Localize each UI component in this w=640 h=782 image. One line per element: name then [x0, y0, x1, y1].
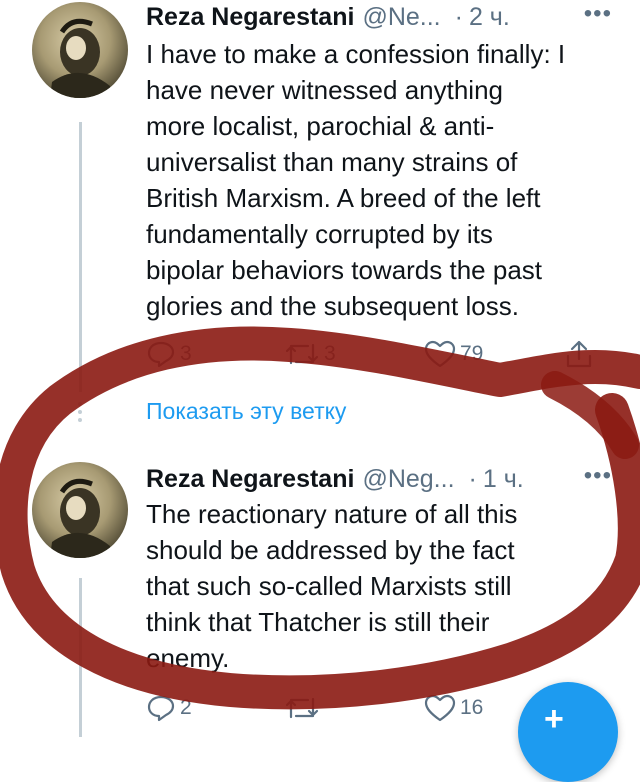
reply-icon [147, 341, 175, 368]
author-name[interactable]: Reza Negarestani [146, 3, 354, 32]
tweet-actions: 3 3 79 [146, 334, 606, 374]
reply-count: 2 [180, 696, 192, 719]
avatar[interactable] [32, 2, 128, 98]
more-options-icon[interactable]: ••• [584, 0, 612, 28]
separator-dot: · [468, 464, 477, 493]
retweet-button[interactable] [284, 688, 324, 728]
author-handle[interactable]: @Neg... [362, 465, 454, 494]
like-button[interactable]: 79 [424, 334, 483, 374]
tweet-header: Reza Negarestani @Ne... · 2 ч. ••• [146, 0, 612, 34]
like-count: 79 [460, 342, 484, 365]
share-icon [566, 340, 592, 368]
plus-icon: + [544, 700, 564, 738]
compose-tweet-button[interactable]: + [518, 682, 618, 782]
retweet-button[interactable]: 3 [284, 334, 336, 374]
like-button[interactable]: 16 [424, 688, 483, 728]
retweet-icon [285, 343, 319, 365]
thread-gap-dots [78, 402, 82, 426]
tweet-text: The reactionary nature of all this shoul… [146, 499, 518, 673]
reply-button[interactable]: 3 [146, 334, 192, 374]
reply-count: 3 [180, 342, 192, 365]
reply-button[interactable]: 2 [146, 688, 192, 728]
retweet-icon [285, 697, 319, 719]
more-options-icon[interactable]: ••• [584, 462, 612, 490]
retweet-count: 3 [324, 342, 336, 365]
reply-icon [147, 695, 175, 722]
separator-dot: · [454, 2, 463, 31]
timestamp[interactable]: 2 ч. [469, 3, 510, 32]
tweet-text: I have to make a confession finally: I h… [146, 39, 566, 321]
tweet-header: Reza Negarestani @Neg... · 1 ч. ••• [146, 462, 612, 496]
tweet-1[interactable]: Reza Negarestani @Ne... · 2 ч. ••• I hav… [0, 0, 640, 390]
avatar[interactable] [32, 462, 128, 558]
author-name[interactable]: Reza Negarestani [146, 465, 354, 494]
timestamp[interactable]: 1 ч. [483, 465, 524, 494]
author-handle[interactable]: @Ne... [362, 3, 440, 32]
heart-icon [424, 340, 456, 368]
heart-icon [424, 694, 456, 722]
share-button[interactable] [564, 334, 594, 374]
show-thread-link[interactable]: Показать эту ветку [146, 398, 346, 425]
like-count: 16 [460, 696, 484, 719]
